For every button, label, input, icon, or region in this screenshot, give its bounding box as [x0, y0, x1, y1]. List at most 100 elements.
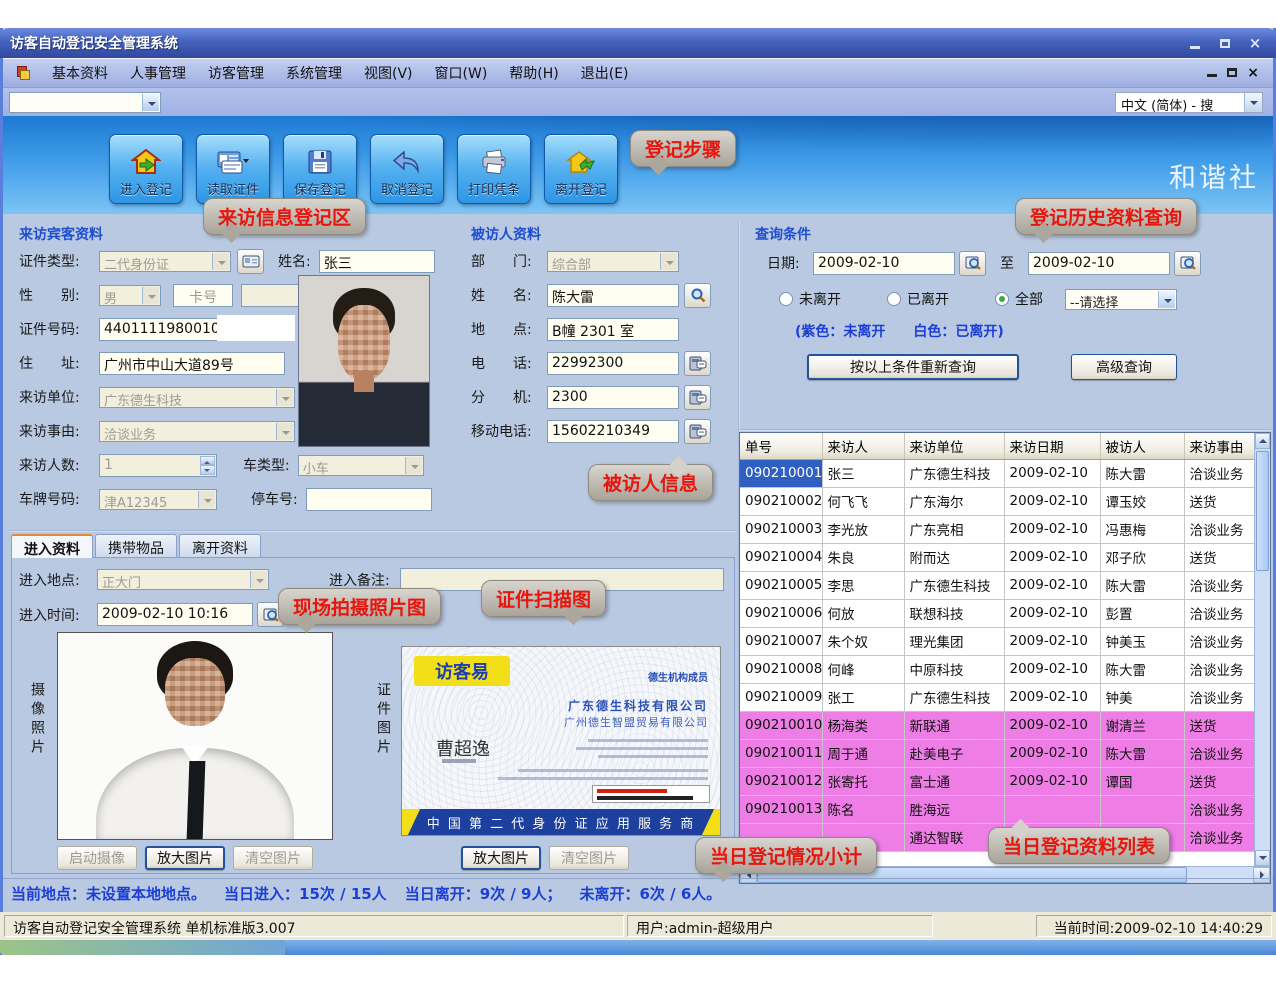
clear-idcard-button[interactable]: 清空图片 — [549, 846, 629, 870]
table-cell[interactable]: 2009-02-10 — [1004, 459, 1100, 487]
chevron-down-icon[interactable] — [142, 94, 159, 111]
table-row[interactable]: 090210006何放联想科技2009-02-10彭置洽谈业务 — [740, 599, 1256, 627]
table-cell[interactable]: 赴美电子 — [904, 739, 1004, 767]
search-person-button[interactable] — [684, 283, 711, 308]
table-cell[interactable]: 胜海远 — [904, 795, 1004, 823]
table-cell[interactable]: 送货 — [1184, 767, 1256, 795]
enter-register-button[interactable]: 进入登记 — [109, 134, 183, 204]
card-no-button[interactable]: 卡号 — [173, 284, 233, 307]
table-cell[interactable]: 洽谈业务 — [1184, 823, 1256, 851]
close-icon[interactable]: × — [1244, 34, 1266, 52]
entry-time-input[interactable]: 2009-02-10 10:16 — [97, 603, 253, 626]
menu-item-system[interactable]: 系统管理 — [286, 63, 342, 83]
col-header-visitor[interactable]: 来访人 — [822, 433, 904, 459]
table-cell[interactable]: 邓子欣 — [1100, 543, 1184, 571]
date-from-picker-button[interactable] — [959, 251, 986, 276]
table-row[interactable]: 090210005李思广东德生科技2009-02-10陈大雷洽谈业务 — [740, 571, 1256, 599]
date-to-picker-button[interactable] — [1174, 251, 1201, 276]
table-cell[interactable]: 2009-02-10 — [1004, 683, 1100, 711]
menu-item-basic[interactable]: 基本资料 — [52, 63, 108, 83]
table-cell[interactable]: 理光集团 — [904, 627, 1004, 655]
menu-item-visitor[interactable]: 访客管理 — [208, 63, 264, 83]
read-card-button[interactable]: 读取证件 — [196, 134, 270, 204]
table-row[interactable]: 090210008何峰中原科技2009-02-10陈大雷洽谈业务 — [740, 655, 1256, 683]
start-camera-button[interactable]: 启动摄像 — [57, 846, 137, 870]
card-no-input[interactable] — [241, 284, 299, 307]
parking-input[interactable] — [306, 488, 432, 511]
table-cell[interactable]: 谭玉姣 — [1100, 487, 1184, 515]
zoom-idcard-button[interactable]: 放大图片 — [461, 846, 541, 870]
table-row[interactable]: 090210001张三广东德生科技2009-02-10陈大雷洽谈业务 — [740, 459, 1256, 487]
table-cell[interactable]: 钟美 — [1100, 683, 1184, 711]
call-mobile-button[interactable] — [684, 419, 711, 444]
date-from-input[interactable]: 2009-02-10 — [813, 252, 955, 275]
table-cell[interactable]: 2009-02-10 — [1004, 571, 1100, 599]
table-cell[interactable]: 2009-02-10 — [1004, 739, 1100, 767]
tab-carried-items[interactable]: 携带物品 — [95, 534, 177, 558]
col-header-interviewee[interactable]: 被访人 — [1100, 433, 1184, 459]
table-row[interactable]: 090210011周于通赴美电子2009-02-10陈大雷洽谈业务 — [740, 739, 1256, 767]
table-cell[interactable]: 洽谈业务 — [1184, 795, 1256, 823]
table-cell[interactable]: 送货 — [1184, 487, 1256, 515]
entry-place-select[interactable]: 正大门 — [97, 569, 269, 590]
table-row[interactable]: 090210009张工广东德生科技2009-02-10钟美洽谈业务 — [740, 683, 1256, 711]
table-cell[interactable]: 洽谈业务 — [1184, 571, 1256, 599]
dept-select[interactable]: 综合部 — [547, 251, 679, 272]
zoom-photo-button[interactable]: 放大图片 — [145, 846, 225, 870]
table-row[interactable]: 090210010杨海类新联通2009-02-10谢清兰送货 — [740, 711, 1256, 739]
table-cell[interactable]: 何峰 — [822, 655, 904, 683]
table-cell[interactable]: 2009-02-10 — [1004, 543, 1100, 571]
table-cell[interactable]: 送货 — [1184, 711, 1256, 739]
table-cell[interactable] — [1004, 795, 1100, 823]
table-row[interactable]: 090210007朱个奴理光集团2009-02-10钟美玉洽谈业务 — [740, 627, 1256, 655]
table-cell[interactable]: 090210004 — [740, 543, 822, 571]
clear-photo-button[interactable]: 清空图片 — [233, 846, 313, 870]
table-cell[interactable]: 朱个奴 — [822, 627, 904, 655]
menu-item-help[interactable]: 帮助(H) — [509, 63, 558, 83]
table-cell[interactable]: 洽谈业务 — [1184, 599, 1256, 627]
table-cell[interactable]: 2009-02-10 — [1004, 599, 1100, 627]
table-cell[interactable]: 杨海类 — [822, 711, 904, 739]
radio-not-left[interactable]: 未离开 — [779, 289, 841, 309]
mdi-close-icon[interactable]: × — [1247, 65, 1259, 81]
table-cell[interactable]: 2009-02-10 — [1004, 487, 1100, 515]
table-cell[interactable]: 2009-02-10 — [1004, 655, 1100, 683]
table-cell[interactable]: 090210006 — [740, 599, 822, 627]
table-row[interactable]: 090210003李光放广东亮相2009-02-10冯惠梅洽谈业务 — [740, 515, 1256, 543]
table-cell[interactable]: 彭置 — [1100, 599, 1184, 627]
table-cell[interactable]: 090210012 — [740, 767, 822, 795]
table-cell[interactable]: 广东德生科技 — [904, 683, 1004, 711]
call-phone-button[interactable] — [684, 351, 711, 376]
save-register-button[interactable]: 保存登记 — [283, 134, 357, 204]
table-cell[interactable]: 广东海尔 — [904, 487, 1004, 515]
table-cell[interactable]: 洽谈业务 — [1184, 515, 1256, 543]
table-cell[interactable]: 送货 — [1184, 543, 1256, 571]
table-cell[interactable]: 附而达 — [904, 543, 1004, 571]
table-cell[interactable]: 富士通 — [904, 767, 1004, 795]
visitor-name-input[interactable]: 张三 — [319, 250, 435, 273]
table-cell[interactable]: 张寄托 — [822, 767, 904, 795]
table-cell[interactable]: 李思 — [822, 571, 904, 599]
visit-reason-select[interactable]: 洽谈业务 — [99, 421, 295, 442]
table-cell[interactable]: 何放 — [822, 599, 904, 627]
leave-register-button[interactable]: 离开登记 — [544, 134, 618, 204]
menu-item-view[interactable]: 视图(V) — [364, 63, 413, 83]
mdi-minimize-icon[interactable] — [1207, 65, 1217, 81]
table-cell[interactable]: 联想科技 — [904, 599, 1004, 627]
visitor-count-stepper[interactable]: 1 — [99, 454, 217, 477]
table-cell[interactable]: 2009-02-10 — [1004, 767, 1100, 795]
requery-button[interactable]: 按以上条件重新查询 — [807, 354, 1019, 380]
menu-item-window[interactable]: 窗口(W) — [435, 63, 488, 83]
table-cell[interactable]: 李光放 — [822, 515, 904, 543]
cancel-register-button[interactable]: 取消登记 — [370, 134, 444, 204]
table-row[interactable]: 090210013陈名胜海远洽谈业务 — [740, 795, 1256, 823]
tab-leave-info[interactable]: 离开资料 — [179, 534, 261, 558]
table-cell[interactable]: 冯惠梅 — [1100, 515, 1184, 543]
table-cell[interactable]: 谭国 — [1100, 767, 1184, 795]
table-row[interactable]: 090210002何飞飞广东海尔2009-02-10谭玉姣送货 — [740, 487, 1256, 515]
spin-up-icon[interactable] — [200, 456, 215, 466]
scrollbar-thumb[interactable] — [1256, 451, 1269, 571]
table-cell[interactable]: 2009-02-10 — [1004, 711, 1100, 739]
col-header-id[interactable]: 单号 — [740, 433, 822, 459]
table-cell[interactable]: 周于通 — [822, 739, 904, 767]
